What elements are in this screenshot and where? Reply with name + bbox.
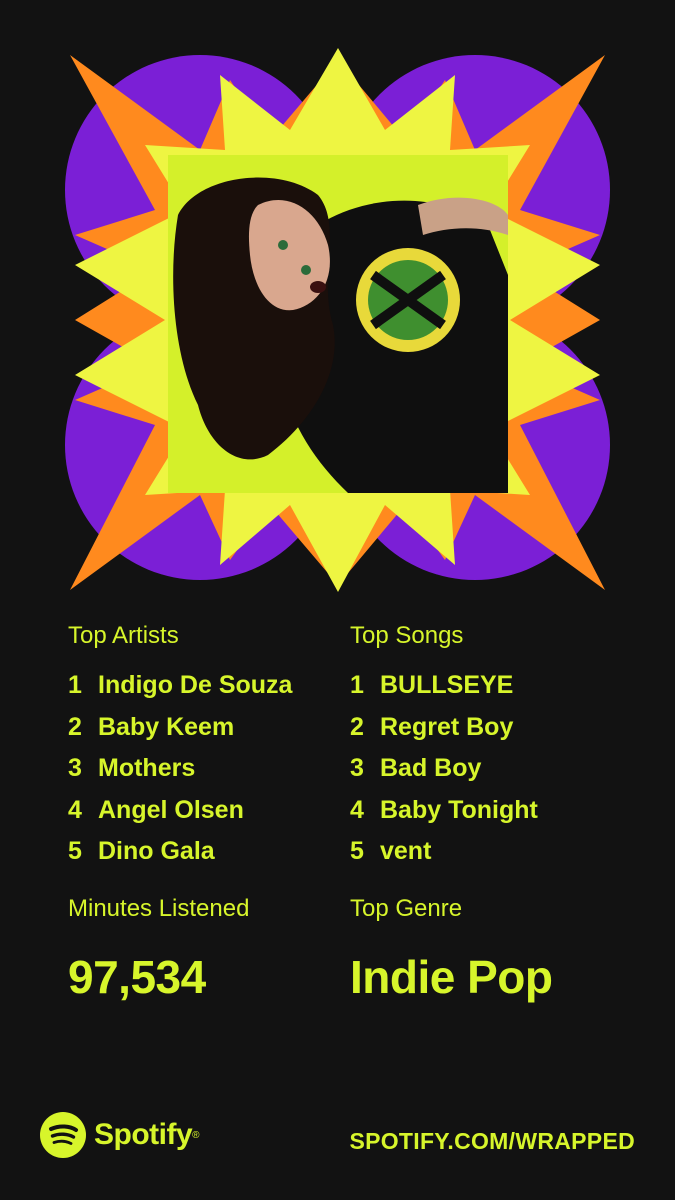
artist-name: Dino Gala bbox=[98, 837, 215, 865]
registered-mark: ® bbox=[192, 1129, 200, 1141]
spotify-logo: Spotify ® bbox=[40, 1112, 200, 1158]
rank-number: 2 bbox=[350, 712, 364, 741]
list-item: 5 vent bbox=[350, 836, 650, 878]
list-item: 3 Mothers bbox=[68, 753, 368, 795]
top-genre-value: Indie Pop bbox=[350, 951, 553, 1003]
song-name: Regret Boy bbox=[380, 712, 514, 741]
list-item: 1 Indigo De Souza bbox=[68, 670, 368, 712]
rank-number: 5 bbox=[68, 837, 82, 865]
rank-number: 4 bbox=[68, 795, 82, 824]
artist-name: Indigo De Souza bbox=[98, 671, 293, 699]
song-name: Baby Tonight bbox=[380, 795, 538, 824]
spotify-wordmark: Spotify bbox=[94, 1118, 193, 1151]
rank-number: 3 bbox=[68, 754, 82, 782]
list-item: 4 Baby Tonight bbox=[350, 795, 650, 837]
rank-number: 3 bbox=[350, 754, 364, 782]
artist-name: Baby Keem bbox=[98, 712, 235, 741]
top-songs-section: Top Songs 1 BULLSEYE 2 Regret Boy 3 Bad Boy… bbox=[350, 620, 650, 878]
minutes-listened-value: 97,534 bbox=[68, 951, 206, 1003]
wrapped-url-link[interactable]: SPOTIFY.COM/WRAPPED bbox=[349, 1128, 635, 1155]
top-songs-list: 1 BULLSEYE 2 Regret Boy 3 Bad Boy 4 Baby Ton… bbox=[350, 670, 650, 878]
top-genre-title: Top Genre bbox=[350, 895, 463, 922]
top-artists-list: 1 Indigo De Souza 2 Baby Keem 3 Mothers 4 An… bbox=[68, 670, 368, 878]
rank-number: 1 bbox=[68, 671, 82, 699]
list-item: 3 Bad Boy bbox=[350, 753, 650, 795]
top-artists-section: Top Artists 1 Indigo De Souza 2 Baby Keem … bbox=[68, 620, 368, 878]
minutes-listened-title: Minutes Listened bbox=[68, 895, 250, 922]
rank-number: 1 bbox=[350, 671, 364, 699]
list-item: 2 Baby Keem bbox=[68, 712, 368, 754]
spotify-logo-icon bbox=[40, 1112, 86, 1158]
list-item: 1 BULLSEYE bbox=[350, 670, 650, 712]
rank-number: 4 bbox=[350, 795, 364, 824]
artist-name: Mothers bbox=[98, 754, 196, 782]
song-name: BULLSEYE bbox=[380, 671, 514, 699]
artist-photo bbox=[168, 155, 508, 493]
artist-name: Angel Olsen bbox=[98, 795, 244, 824]
rank-number: 2 bbox=[68, 712, 82, 741]
list-item: 5 Dino Gala bbox=[68, 836, 368, 878]
song-name: Bad Boy bbox=[380, 754, 482, 782]
top-songs-title: Top Songs bbox=[350, 622, 464, 649]
list-item: 2 Regret Boy bbox=[350, 712, 650, 754]
top-artists-title: Top Artists bbox=[68, 622, 179, 649]
list-item: 4 Angel Olsen bbox=[68, 795, 368, 837]
song-name: vent bbox=[380, 837, 432, 865]
rank-number: 5 bbox=[350, 837, 364, 865]
